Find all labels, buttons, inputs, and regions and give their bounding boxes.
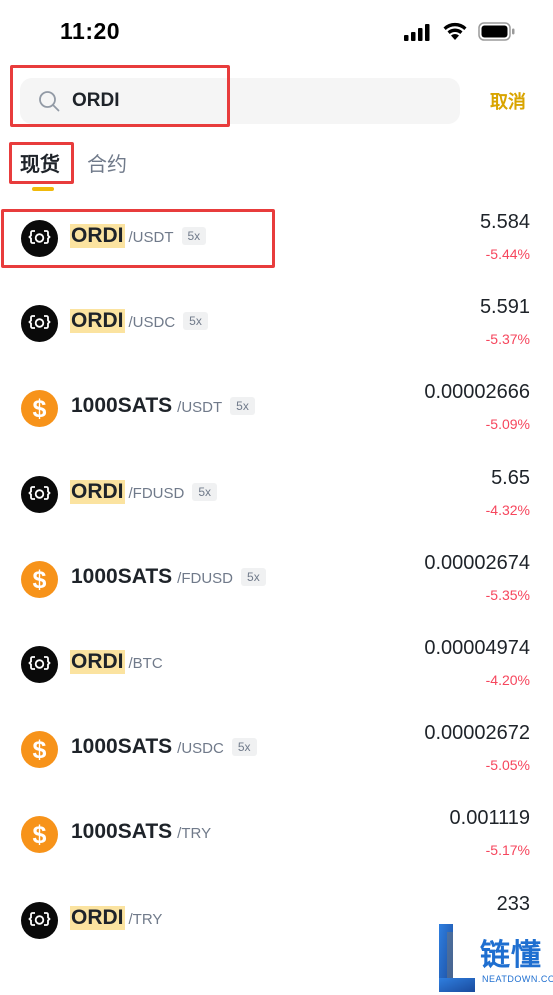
watermark-letter-icon — [439, 924, 475, 992]
market-pair: ORDI/BTC — [70, 650, 163, 678]
market-pair: 1000SATS/FDUSD 5x — [70, 565, 266, 593]
svg-text:$: $ — [33, 566, 47, 594]
search-box[interactable] — [20, 78, 460, 124]
base-asset: 1000SATS — [71, 564, 173, 588]
ordi-logo-icon — [21, 646, 58, 683]
svg-text:$: $ — [33, 736, 47, 764]
market-row[interactable]: $1000SATS/FDUSD 5x 0.00002674 -5.35% — [0, 541, 553, 625]
market-row[interactable]: ORDI/BTC 0.00004974 -4.20% — [0, 626, 553, 710]
sats-logo-icon: $ — [21, 731, 58, 769]
cancel-button[interactable]: 取消 — [476, 86, 540, 116]
price-change: -5.37% — [485, 331, 530, 348]
quote-asset: /TRY — [177, 825, 212, 843]
quote-asset: /FDUSD — [128, 484, 185, 502]
ordi-logo-icon — [21, 901, 58, 939]
last-price: 5.65 — [491, 466, 530, 489]
ordi-logo-icon — [21, 475, 58, 513]
leverage-badge: 5x — [192, 482, 218, 501]
wifi-icon — [443, 22, 467, 40]
ordi-logo-icon — [21, 220, 58, 257]
watermark-text: 链懂 — [480, 938, 542, 973]
base-asset: 1000SATS — [71, 394, 173, 418]
base-asset: ORDI — [70, 479, 125, 504]
price-change: -4.32% — [485, 501, 530, 518]
quote-asset: /USDC — [128, 314, 176, 332]
market-pair: 1000SATS/USDC 5x — [70, 735, 257, 763]
base-asset: ORDI — [70, 309, 125, 334]
market-row[interactable]: ORDI/USDT 5x 5.584 -5.44% — [0, 200, 553, 284]
market-pair: 1000SATS/TRY — [70, 820, 211, 848]
last-price: 0.00004974 — [424, 637, 530, 659]
search-input[interactable] — [72, 85, 442, 117]
market-row[interactable]: $1000SATS/USDC 5x 0.00002672 -5.05% — [0, 711, 553, 795]
price-change: -5.35% — [485, 586, 530, 603]
price-change: -5.17% — [485, 842, 530, 859]
base-asset: 1000SATS — [71, 820, 173, 844]
leverage-badge: 5x — [231, 738, 257, 757]
tab-active-indicator — [32, 187, 54, 191]
market-pair: ORDI/USDC 5x — [70, 309, 208, 337]
quote-asset: /USDT — [177, 399, 223, 417]
tab-spot[interactable]: 现货 — [20, 146, 70, 182]
market-row[interactable]: ORDI/USDC 5x 5.591 -5.37% — [0, 285, 553, 369]
last-price: 0.00002674 — [424, 551, 530, 574]
market-pair: 1000SATS/USDT 5x — [70, 394, 255, 422]
sats-logo-icon: $ — [21, 816, 58, 854]
market-pair: ORDI/FDUSD 5x — [70, 479, 218, 508]
last-price: 0.001119 — [449, 807, 530, 830]
search-icon — [39, 91, 60, 112]
ordi-logo-icon — [21, 305, 58, 343]
signal-icon — [404, 24, 430, 41]
leverage-badge: 5x — [183, 312, 208, 331]
market-row[interactable]: $1000SATS/TRY 0.001119 -5.17% — [0, 796, 553, 880]
leverage-badge: 5x — [241, 567, 266, 586]
tab-futures[interactable]: 合约 — [87, 146, 147, 182]
market-pair: ORDI/TRY — [70, 905, 163, 934]
battery-icon — [478, 22, 515, 41]
quote-asset: /USDC — [177, 740, 224, 758]
base-asset: 1000SATS — [71, 735, 173, 759]
price-change: -4.20% — [485, 672, 530, 688]
sats-logo-icon: $ — [21, 560, 58, 598]
price-change: -5.05% — [485, 757, 530, 774]
watermark-logo: 链懂 NEATDOWN.COM — [437, 922, 553, 995]
price-change: -5.44% — [485, 246, 530, 262]
market-row[interactable]: $1000SATS/USDT 5x 0.00002666 -5.09% — [0, 370, 553, 454]
base-asset: ORDI — [70, 905, 125, 930]
market-pair: ORDI/USDT 5x — [70, 224, 207, 252]
status-time: 11:20 — [60, 18, 121, 44]
leverage-badge: 5x — [230, 397, 255, 416]
last-price: 0.00002666 — [424, 381, 530, 404]
watermark-subtext: NEATDOWN.COM — [482, 974, 553, 984]
last-price: 0.00002672 — [424, 722, 530, 745]
sats-logo-icon: $ — [21, 390, 58, 428]
leverage-badge: 5x — [181, 227, 207, 245]
status-bar: 11:20 — [0, 0, 553, 62]
last-price: 5.584 — [479, 211, 530, 233]
price-change: -5.09% — [485, 416, 530, 433]
quote-asset: /FDUSD — [177, 569, 234, 587]
svg-text:$: $ — [33, 821, 47, 849]
quote-asset: /BTC — [128, 655, 163, 672]
quote-asset: /USDT — [128, 229, 174, 246]
svg-text:$: $ — [33, 395, 47, 423]
base-asset: ORDI — [70, 224, 125, 248]
last-price: 5.591 — [479, 296, 530, 319]
last-price: 233 — [496, 892, 530, 915]
base-asset: ORDI — [70, 650, 125, 674]
market-row[interactable]: ORDI/FDUSD 5x 5.65 -4.32% — [0, 456, 553, 540]
quote-asset: /TRY — [128, 910, 163, 928]
